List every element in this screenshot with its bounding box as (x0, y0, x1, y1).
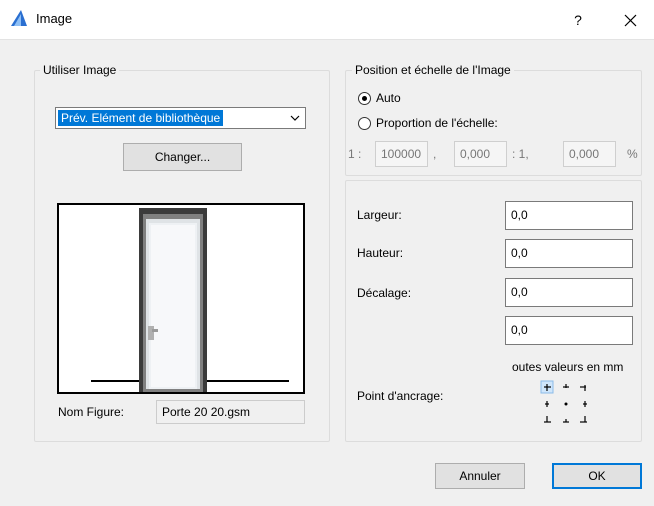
scale-ratio-separator: : 1, (512, 147, 529, 161)
scale-prefix: 1 : (348, 147, 362, 161)
close-icon (624, 14, 637, 27)
scale-comma: , (433, 147, 437, 161)
help-icon: ? (574, 12, 582, 28)
offset-label: Décalage: (357, 286, 412, 300)
figure-name-field: Porte 20 20.gsm (156, 400, 305, 424)
scale-percent-field[interactable]: 0,000 (563, 141, 616, 167)
radio-auto[interactable] (358, 92, 371, 105)
help-button[interactable]: ? (560, 0, 596, 40)
chevron-down-icon (290, 115, 300, 121)
height-label: Hauteur: (357, 246, 404, 260)
anchor-point-label: Point d'ancrage: (357, 389, 444, 403)
radio-auto-dot (362, 96, 367, 101)
width-field[interactable]: 0,0 (505, 201, 633, 230)
width-label: Largeur: (357, 208, 402, 222)
units-note: outes valeurs en mm (512, 360, 624, 374)
close-button[interactable] (606, 0, 654, 40)
scale-value-field[interactable]: 0,000 (454, 141, 507, 167)
use-image-legend: Utiliser Image (40, 63, 120, 77)
image-preview (57, 203, 305, 394)
change-button[interactable]: Changer... (123, 143, 242, 171)
height-field[interactable]: 0,0 (505, 239, 633, 268)
radio-scale-label: Proportion de l'échelle: (376, 116, 498, 130)
scale-ratio-field[interactable]: 100000 (375, 141, 428, 167)
cancel-button[interactable]: Annuler (435, 463, 525, 489)
percent-sign: % (627, 147, 638, 161)
dropdown-selected-value: Prév. Elément de bibliothèque (58, 110, 224, 126)
change-button-label: Changer... (154, 150, 211, 164)
title-bar: Image ? (0, 0, 654, 40)
radio-auto-label: Auto (376, 91, 401, 105)
radio-scale-proportion[interactable] (358, 117, 371, 130)
figure-name-label: Nom Figure: (58, 405, 125, 419)
ok-button-label: OK (588, 469, 606, 483)
position-scale-legend: Position et échelle de l'Image (352, 63, 514, 77)
door-preview-image (59, 205, 303, 392)
cancel-button-label: Annuler (459, 469, 501, 483)
window-title: Image (36, 11, 73, 26)
app-logo-icon (11, 10, 27, 26)
offset-y-field[interactable]: 0,0 (505, 316, 633, 345)
ok-button[interactable]: OK (552, 463, 642, 489)
anchor-point-grid[interactable] (538, 380, 598, 428)
offset-x-field[interactable]: 0,0 (505, 278, 633, 307)
image-source-dropdown[interactable]: Prév. Elément de bibliothèque (55, 107, 306, 129)
